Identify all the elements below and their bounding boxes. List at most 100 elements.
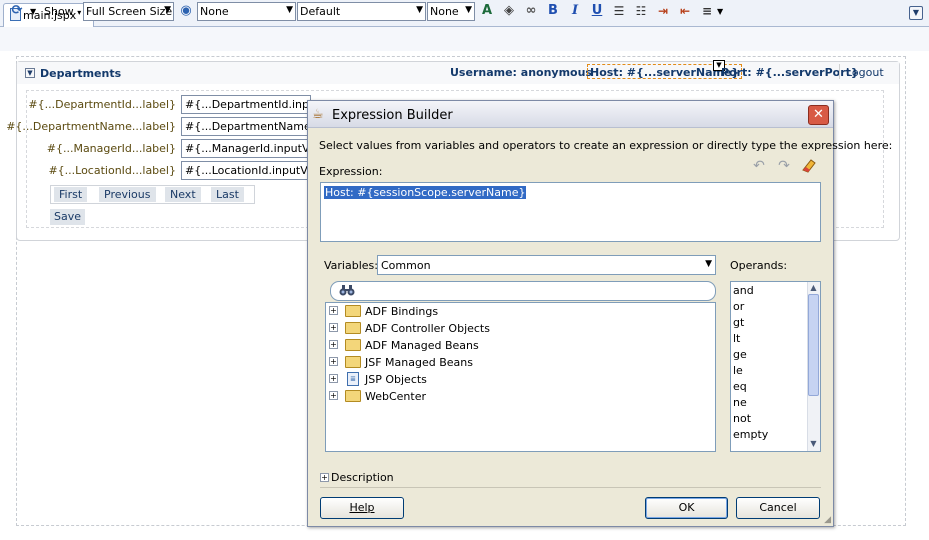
variables-combo[interactable]: Common ▼: [377, 255, 716, 275]
tree-node-label: WebCenter: [365, 390, 427, 403]
tree-node-label: JSF Managed Beans: [365, 356, 473, 369]
dialog-title: Expression Builder: [332, 108, 453, 123]
align-icon[interactable]: ≡: [698, 2, 716, 20]
expand-icon[interactable]: +: [329, 357, 338, 366]
binoculars-search-icon: [339, 283, 355, 299]
font-size-combo[interactable]: None ▼: [427, 2, 475, 21]
numbered-list-icon[interactable]: ☰: [610, 2, 628, 20]
save-button[interactable]: Save: [50, 209, 86, 225]
expression-text-selected: Host: #{sessionScope.serverName}: [324, 186, 527, 199]
font-size-value: None: [430, 5, 459, 18]
folder-icon: [345, 390, 361, 402]
manager-id-input[interactable]: #{...ManagerId.inputValue}: [181, 139, 311, 158]
folder-icon: [345, 305, 361, 317]
expand-icon[interactable]: +: [329, 340, 338, 349]
operand-item[interactable]: and: [733, 284, 754, 297]
show-menu[interactable]: Show ▾: [44, 5, 81, 18]
logout-link[interactable]: Logout: [846, 66, 884, 79]
variables-search-input[interactable]: [330, 281, 716, 301]
expression-textarea[interactable]: Host: #{sessionScope.serverName}: [320, 182, 821, 242]
chevron-down-icon: ▼: [286, 5, 293, 15]
cancel-button[interactable]: Cancel: [736, 497, 820, 519]
operands-label: Operands:: [730, 259, 788, 272]
screen-size-value: Full Screen Size: [86, 5, 173, 18]
description-label[interactable]: Description: [331, 471, 394, 484]
tree-node-label: ADF Bindings: [365, 305, 439, 318]
panel-title: Departments: [40, 67, 122, 80]
chevron-down-icon: ▼: [416, 5, 423, 15]
expand-icon[interactable]: +: [329, 374, 338, 383]
font-combo[interactable]: Default ▼: [297, 2, 426, 21]
tab-list-dropdown-button[interactable]: ▼: [909, 6, 923, 20]
underline-button[interactable]: U: [588, 2, 606, 20]
text-color-icon[interactable]: A: [478, 2, 496, 20]
refresh-dropdown-arrow[interactable]: ▼: [30, 7, 36, 16]
close-button[interactable]: ✕: [808, 105, 829, 125]
style-class-combo[interactable]: None ▼: [197, 2, 296, 21]
font-value: Default: [300, 5, 341, 18]
undo-icon[interactable]: ↶: [751, 158, 767, 174]
refresh-icon[interactable]: ⟳: [8, 2, 26, 20]
logout-divider: [839, 64, 840, 79]
folder-icon: [345, 356, 361, 368]
operand-item[interactable]: eq: [733, 380, 747, 393]
align-dropdown-arrow[interactable]: ▼: [717, 7, 723, 16]
operand-item[interactable]: le: [733, 364, 743, 377]
operand-item[interactable]: ge: [733, 348, 747, 361]
help-button[interactable]: Help: [320, 497, 404, 519]
visual-editor-toolbar: [0, 27, 929, 51]
operand-item[interactable]: or: [733, 300, 744, 313]
department-name-input[interactable]: #{...DepartmentName.inputValue}: [181, 117, 311, 136]
operand-item[interactable]: ne: [733, 396, 747, 409]
redo-icon[interactable]: ↷: [776, 158, 792, 174]
resize-grip-icon[interactable]: ◢: [819, 514, 831, 526]
close-icon: ✕: [813, 107, 824, 122]
last-button[interactable]: Last: [211, 187, 244, 202]
manager-id-label: #{...ManagerId...label}: [46, 142, 176, 155]
department-id-label: #{...DepartmentId...label}: [28, 98, 176, 111]
username-text[interactable]: Username: anonymous: [450, 66, 592, 79]
show-label: Show: [44, 5, 74, 18]
tree-node-label: ADF Managed Beans: [365, 339, 479, 352]
collapse-chevron-icon[interactable]: ▼: [25, 68, 35, 78]
link-icon[interactable]: ∞: [522, 2, 540, 20]
expand-icon[interactable]: +: [329, 306, 338, 315]
variables-label: Variables:: [324, 259, 378, 272]
next-button[interactable]: Next: [165, 187, 201, 202]
bulleted-list-icon[interactable]: ☷: [632, 2, 650, 20]
folder-icon: [345, 322, 361, 334]
coffee-cup-icon: ☕: [312, 107, 324, 122]
operand-item[interactable]: gt: [733, 316, 744, 329]
expression-label: Expression:: [319, 165, 383, 178]
tree-node-label: ADF Controller Objects: [365, 322, 490, 335]
chevron-down-icon: ▼: [705, 259, 712, 269]
scrollbar-thumb[interactable]: [808, 294, 819, 396]
paint-bucket-icon[interactable]: ◈: [500, 2, 518, 20]
folder-icon: [345, 339, 361, 351]
location-id-label: #{...LocationId...label}: [48, 164, 176, 177]
ok-button[interactable]: OK: [645, 497, 728, 519]
eraser-icon[interactable]: [800, 156, 818, 174]
first-button[interactable]: First: [54, 187, 88, 202]
expand-icon[interactable]: +: [329, 323, 338, 332]
preview-icon[interactable]: ◉: [177, 2, 195, 20]
department-name-label: #{...DepartmentName...label}: [6, 120, 176, 133]
indent-icon[interactable]: ⇥: [654, 2, 672, 20]
tree-node-label: JSP Objects: [365, 373, 427, 386]
operand-item[interactable]: not: [733, 412, 751, 425]
operand-item[interactable]: empty: [733, 428, 768, 441]
variables-value: Common: [381, 259, 431, 272]
outdent-icon[interactable]: ⇤: [676, 2, 694, 20]
italic-button[interactable]: I: [566, 2, 584, 20]
location-id-input[interactable]: #{...LocationId.inputValue}: [181, 161, 311, 180]
scroll-up-icon[interactable]: ▲: [808, 283, 819, 294]
scroll-down-icon[interactable]: ▼: [808, 439, 819, 450]
department-id-input[interactable]: #{...DepartmentId.inputValue}: [181, 95, 311, 114]
screen-size-combo[interactable]: Full Screen Size ▼: [83, 2, 174, 21]
description-expand-icon[interactable]: +: [320, 473, 329, 482]
operand-item[interactable]: lt: [733, 332, 740, 345]
bold-button[interactable]: B: [544, 2, 562, 20]
expand-icon[interactable]: +: [329, 391, 338, 400]
previous-button[interactable]: Previous: [99, 187, 156, 202]
instructions-text: Select values from variables and operato…: [319, 139, 893, 152]
